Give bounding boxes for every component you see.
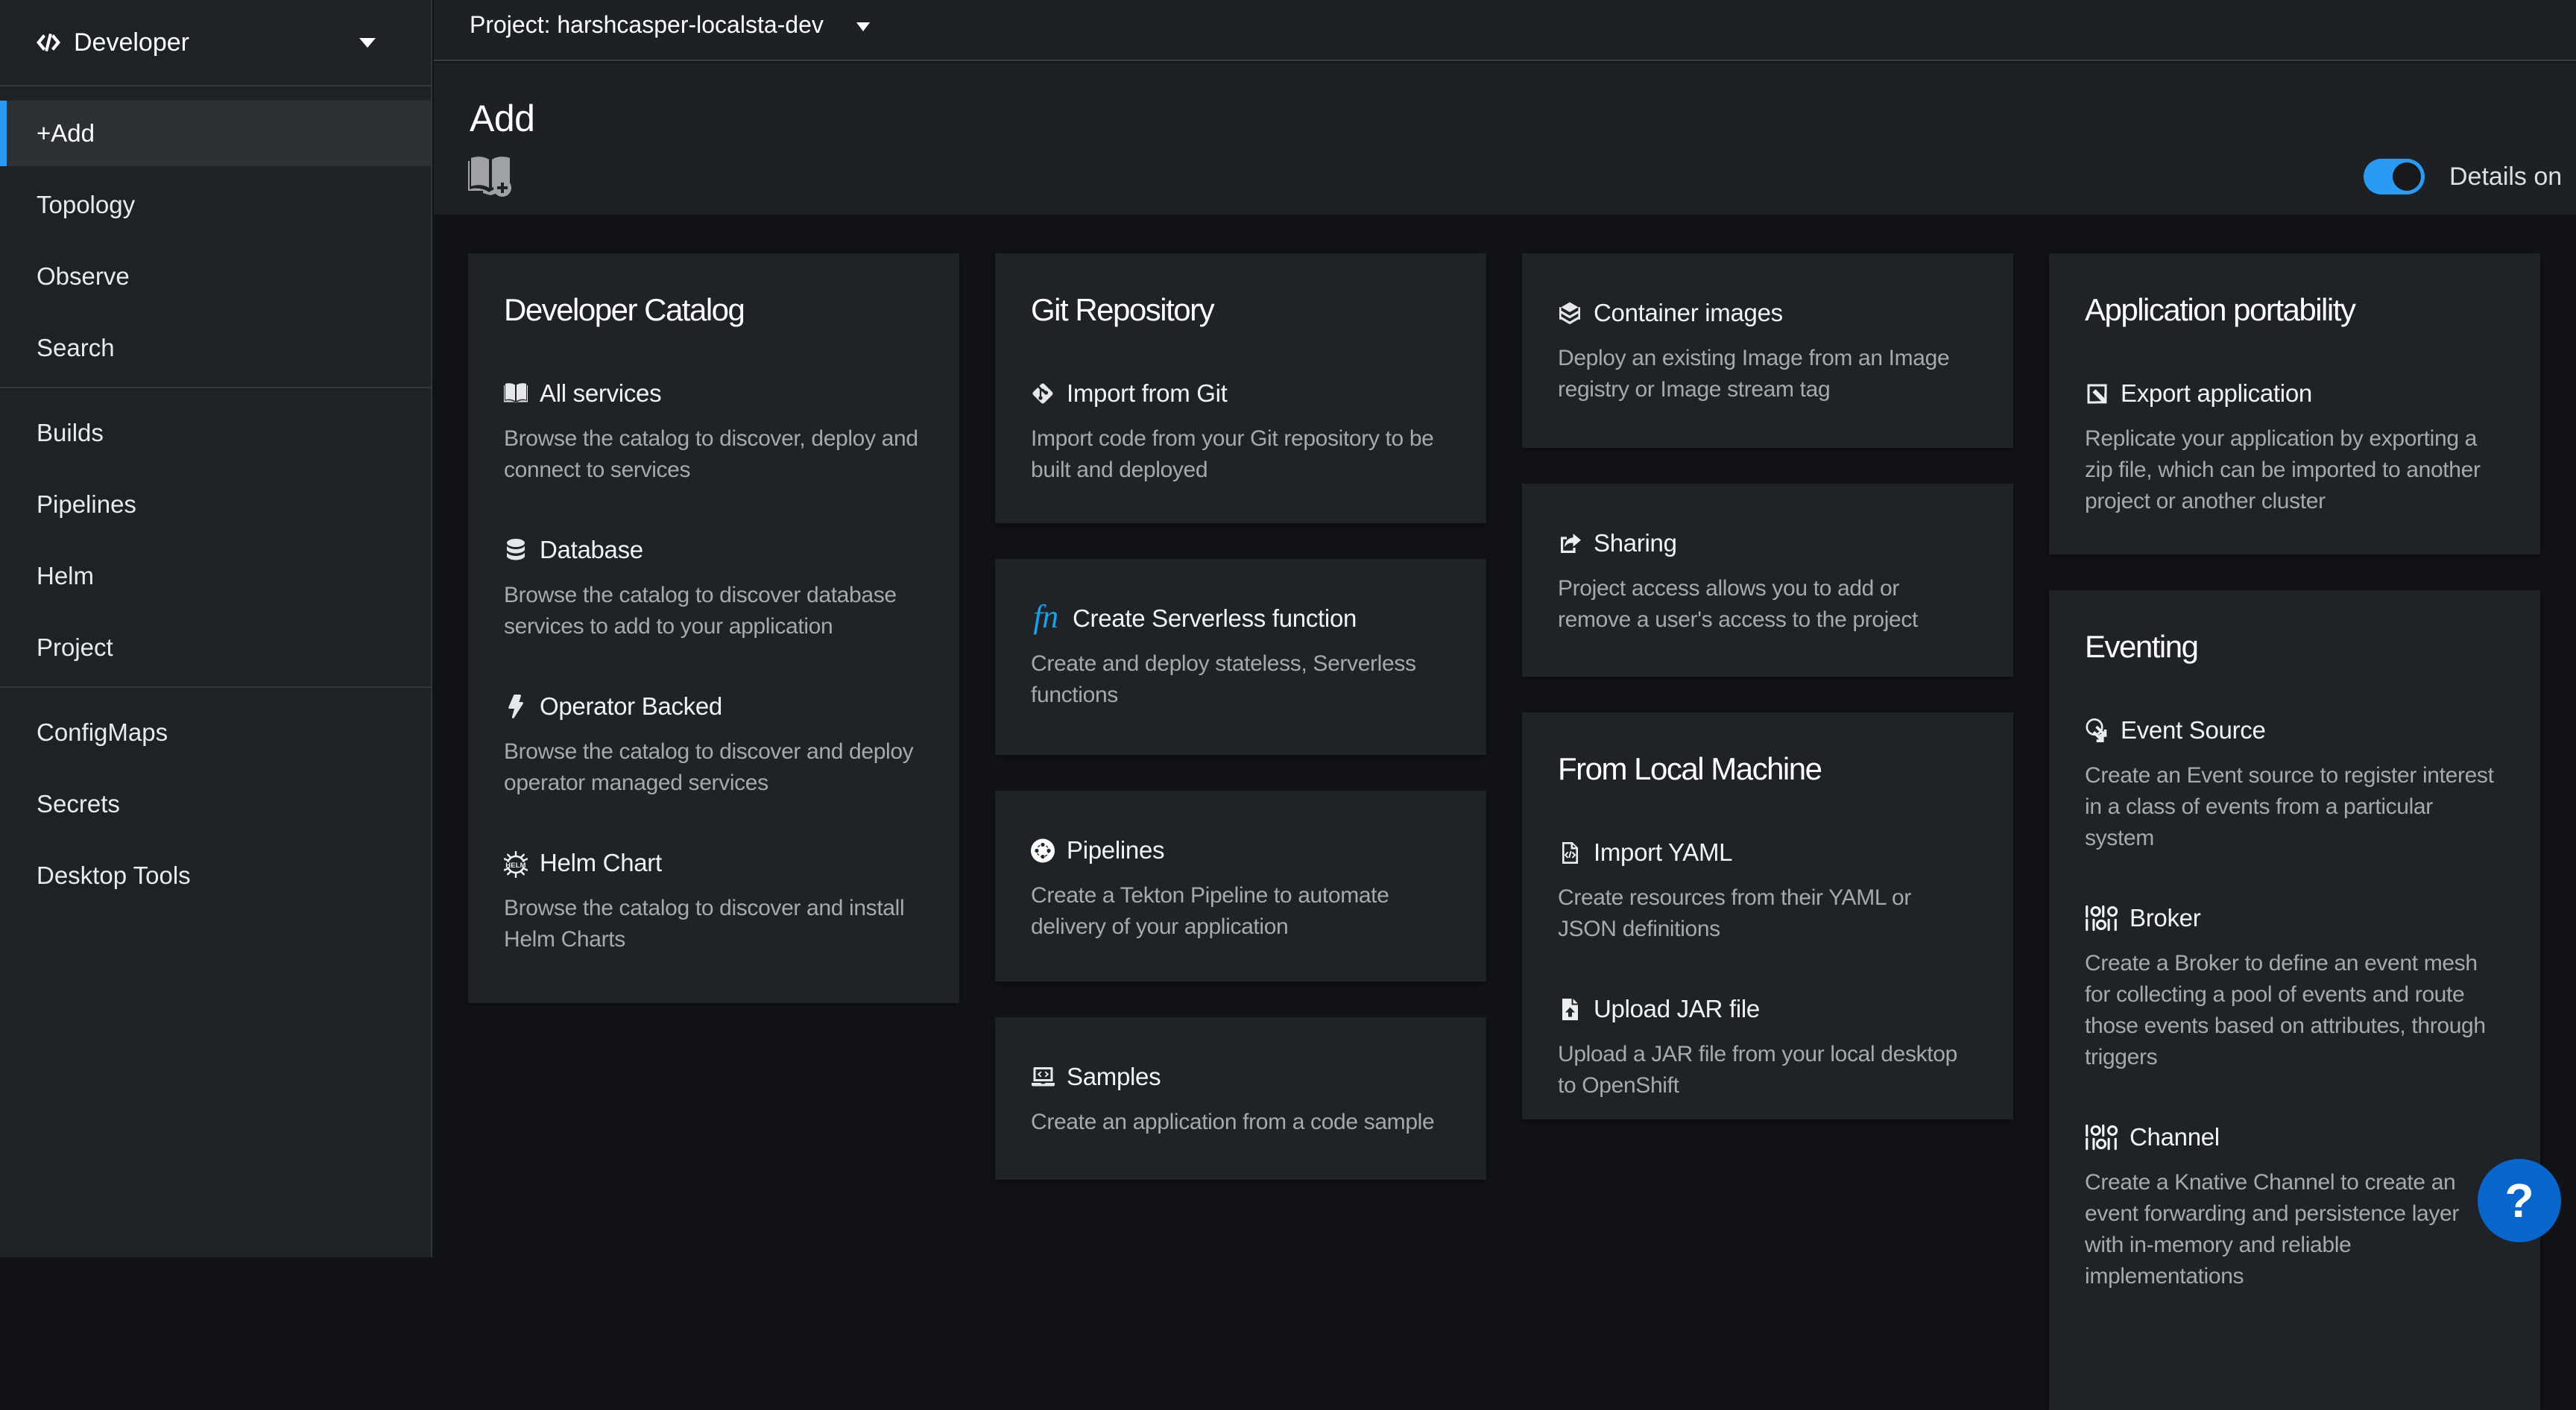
- svg-text:HELM: HELM: [505, 861, 525, 869]
